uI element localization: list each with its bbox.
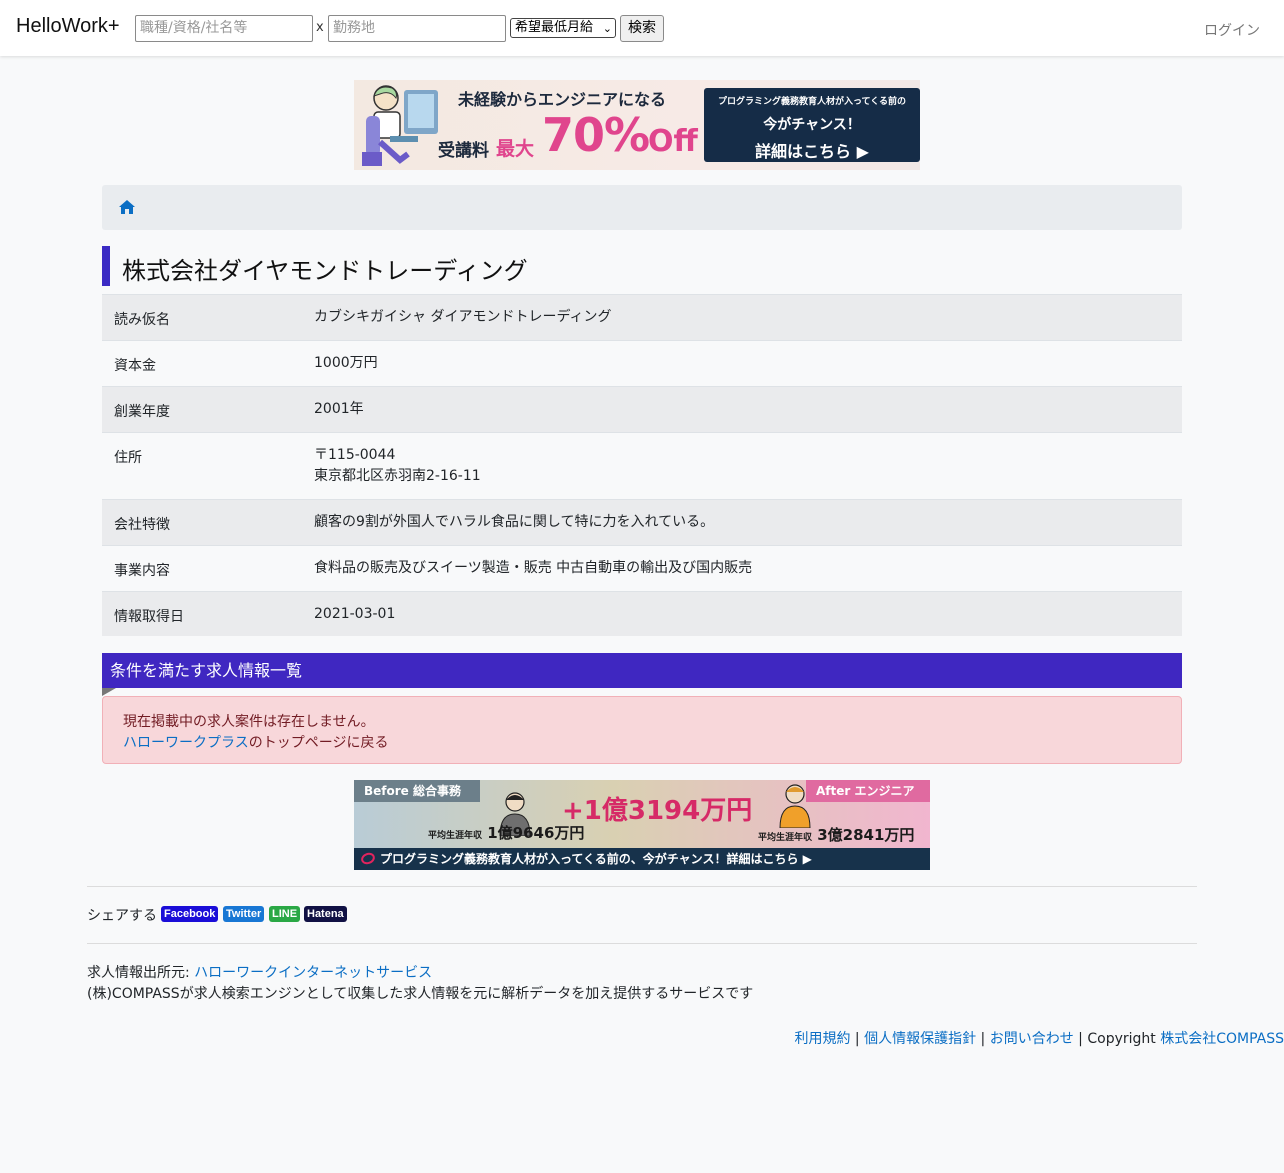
back-suffix: のトップページに戻る <box>248 735 389 751</box>
income-difference: +1億3194万円 <box>562 796 753 826</box>
row-label: 情報取得日 <box>114 609 184 625</box>
table-row: 情報取得日 2021-03-01 <box>102 591 1182 636</box>
divider <box>87 943 1197 944</box>
salary-select-value: 希望最低月給 <box>515 20 594 35</box>
company-link[interactable]: 株式会社COMPASS <box>1160 1031 1284 1047</box>
privacy-link[interactable]: 個人情報保護指針 <box>864 1031 976 1047</box>
before-label: Before 総合事務 <box>354 780 480 802</box>
table-row: 住所 〒115-0044 東京都北区赤羽南2-16-11 <box>102 432 1182 499</box>
table-row: 読み仮名 カブシキガイシャ ダイアモンドトレーディング <box>102 294 1182 340</box>
before-income-value: 1億9646万円 <box>487 824 585 842</box>
jobs-section-header: 条件を満たす求人情報一覧 <box>102 653 1182 688</box>
row-value: カブシキガイシャ ダイアモンドトレーディング <box>314 309 612 325</box>
section-header-fold <box>102 688 116 696</box>
footer-links: 利用規約 | 個人情報保護指針 | お問い合わせ | Copyright 株式会… <box>794 1028 1284 1048</box>
illustration-person-laptop <box>362 85 438 166</box>
max-label: 最大 <box>496 138 535 160</box>
home-icon[interactable] <box>118 199 136 215</box>
no-jobs-alert: 現在掲載中の求人案件は存在しません。 ハローワークプラスのトップページに戻る <box>102 696 1182 764</box>
divider <box>87 886 1197 887</box>
share-hatena-button[interactable]: Hatena <box>304 906 347 922</box>
back-to-top-link[interactable]: ハローワークプラス <box>123 735 249 751</box>
page-title: 株式会社ダイヤモンドトレーディング <box>122 257 528 285</box>
table-row: 創業年度 2001年 <box>102 386 1182 432</box>
navbar: HelloWork+ 職種/資格/社名等 x 勤務地 希望最低月給 ⌄ 検索 ロ… <box>0 0 1284 56</box>
empty-message: 現在掲載中の求人案件は存在しません。 <box>123 714 375 730</box>
contact-link[interactable]: お問い合わせ <box>990 1031 1074 1047</box>
after-label: After エンジニア <box>806 780 930 802</box>
title-block: 株式会社ダイヤモンドトレーディング <box>102 246 1182 286</box>
panel-line2: 今がチャンス！ <box>763 117 861 133</box>
after-income-label: 平均生涯年収 <box>758 833 813 843</box>
before-income-label: 平均生涯年収 <box>428 831 483 841</box>
row-value: 1000万円 <box>314 355 378 371</box>
row-value: 2001年 <box>314 401 364 417</box>
copyright: Copyright <box>1087 1031 1161 1047</box>
location-input[interactable]: 勤務地 <box>328 15 506 42</box>
share-label: シェアする <box>87 908 157 924</box>
panel-line3: 詳細はこちら ▶ <box>755 142 869 161</box>
salary-select[interactable]: 希望最低月給 ⌄ <box>510 18 616 38</box>
brand-logo[interactable]: HelloWork+ <box>16 15 120 38</box>
row-value: 食料品の販売及びスイーツ製造・販売 中古自動車の輸出及び国内販売 <box>314 560 753 576</box>
row-value: 顧客の9割が外国人でハラル食品に関して特に力を入れている。 <box>314 514 715 530</box>
banner-price: 受講料 最大 70% Off <box>438 106 708 166</box>
share-line-button[interactable]: LINE <box>269 906 301 922</box>
table-row: 会社特徴 顧客の9割が外国人でハラル食品に関して特に力を入れている。 <box>102 499 1182 545</box>
row-value: 〒115-0044 <box>314 447 396 463</box>
strip-text: プログラミング義務教育人材が入ってくる前の、今がチャンス！詳細はこちら ▶ <box>380 852 812 866</box>
after-income: 平均生涯年収 3億2841万円 <box>758 824 914 845</box>
row-label: 創業年度 <box>114 404 170 420</box>
discount-value: 70% <box>542 108 650 162</box>
share-twitter-button[interactable]: Twitter <box>223 906 265 922</box>
row-label: 会社特徴 <box>114 517 170 533</box>
fee-label: 受講料 <box>438 141 489 161</box>
row-label: 読み仮名 <box>114 312 170 328</box>
separator: x <box>316 20 324 35</box>
row-value-line2: 東京都北区赤羽南2-16-11 <box>314 468 481 484</box>
after-income-value: 3億2841万円 <box>817 826 915 844</box>
sep: | <box>1073 1031 1088 1047</box>
illustration-engineer <box>779 784 811 828</box>
row-value: 2021-03-01 <box>314 606 396 622</box>
row-label: 資本金 <box>114 358 156 374</box>
service-description: (株)COMPASSが求人検索エンジンとして収集した求人情報を元に解析データを加… <box>87 986 754 1002</box>
login-link[interactable]: ログイン <box>1204 20 1260 40</box>
source-link[interactable]: ハローワークインターネットサービス <box>194 965 432 981</box>
terms-link[interactable]: 利用規約 <box>794 1031 850 1047</box>
row-label: 住所 <box>114 450 142 466</box>
sep: | <box>976 1031 990 1047</box>
source-line: 求人情報出所元: ハローワークインターネットサービス <box>87 962 432 982</box>
search-button[interactable]: 検索 <box>620 15 664 42</box>
back-line: ハローワークプラスのトップページに戻る <box>123 732 388 752</box>
row-label: 事業内容 <box>114 563 170 579</box>
before-income: 平均生涯年収 1億9646万円 <box>428 822 584 843</box>
chevron-down-icon: ⌄ <box>602 22 612 35</box>
panel-line1: プログラミング義務教育人材が入ってくる前の <box>717 97 907 107</box>
company-info-table: 読み仮名 カブシキガイシャ ダイアモンドトレーディング 資本金 1000万円 創… <box>102 294 1182 636</box>
share-facebook-button[interactable]: Facebook <box>161 906 219 922</box>
ad-banner-top[interactable]: 未経験からエンジニアになる 受講料 最大 70% Off プログラミング義務教育… <box>354 80 920 170</box>
banner-strip: プログラミング義務教育人材が入ってくる前の、今がチャンス！詳細はこちら ▶ <box>354 848 930 870</box>
banner-cta-panel[interactable]: プログラミング義務教育人材が入ってくる前の 今がチャンス！ 詳細はこちら ▶ <box>704 88 920 162</box>
table-row: 資本金 1000万円 <box>102 340 1182 386</box>
table-row: 事業内容 食料品の販売及びスイーツ製造・販売 中古自動車の輸出及び国内販売 <box>102 545 1182 591</box>
ring-icon <box>359 850 377 867</box>
sep: | <box>850 1031 865 1047</box>
breadcrumb <box>102 185 1182 230</box>
ad-banner-bottom[interactable]: Before 総合事務 After エンジニア +1億3194万円 平均生涯年収… <box>354 780 930 870</box>
off-label: Off <box>648 124 698 159</box>
keyword-input[interactable]: 職種/資格/社名等 <box>135 15 313 42</box>
source-label: 求人情報出所元: <box>87 965 195 981</box>
